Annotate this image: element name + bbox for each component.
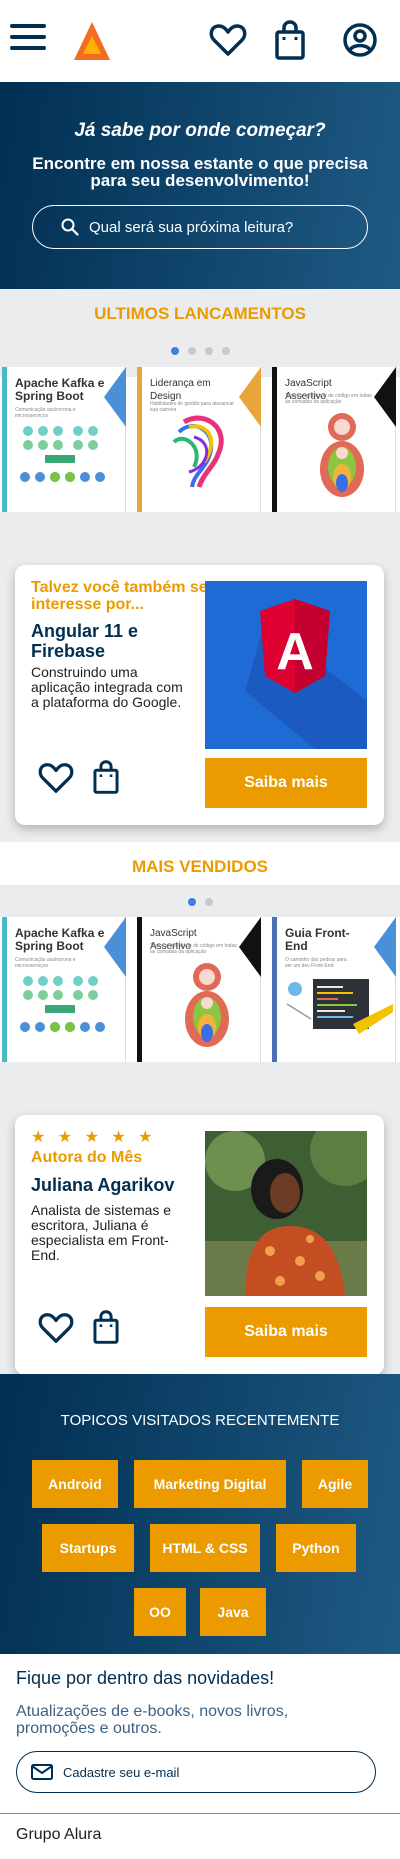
carousel-dot[interactable]: [170, 347, 179, 355]
latest-books-carousel: Apache Kafka e Spring Boot Comunicação a…: [0, 367, 400, 512]
bestsellers-books-carousel: Apache Kafka e Spring Boot Comunicação a…: [0, 917, 400, 1062]
topic-tag-startups[interactable]: Startups: [42, 1524, 134, 1572]
search-input[interactable]: [89, 218, 339, 236]
book-subtitle: Comunicação assíncrona e microsserviços: [15, 407, 76, 419]
angular-logo-icon: A: [245, 599, 367, 749]
bestsellers-carousel-dots: [0, 898, 400, 906]
recent-topics-section: TOPICOS VISITADOS RECENTEMENTE Android M…: [0, 1374, 400, 1654]
book-corner-decoration: [104, 367, 126, 427]
banner-title: Já sabe por onde começar?: [74, 120, 326, 141]
author-portrait-illustration: [205, 1131, 367, 1296]
hamburger-menu-icon[interactable]: [10, 24, 46, 54]
shopping-bag-icon[interactable]: [270, 18, 310, 62]
book-corner-decoration: [239, 917, 261, 977]
book-diagram-illustration: [20, 976, 105, 1032]
carousel-dot[interactable]: [187, 347, 196, 355]
footer-divider: [0, 1813, 400, 1814]
newsletter-email-box[interactable]: [16, 1751, 376, 1793]
latest-carousel-dots: [0, 347, 400, 355]
recommend-card: Talvez você também se interesse por... A…: [15, 565, 384, 825]
author-photo[interactable]: [205, 1131, 367, 1296]
topic-tag-java[interactable]: Java: [200, 1588, 266, 1636]
author-kicker: Autora do Mês: [31, 1149, 143, 1166]
book-diagram-illustration: [20, 426, 105, 482]
latest-section-title: ULTIMOS LANCAMENTOS: [0, 289, 400, 339]
recommend-learn-more-button[interactable]: Saiba mais: [205, 758, 367, 808]
book-colorful-head-illustration: [172, 415, 224, 488]
book-code-editor-illustration: [286, 979, 393, 1034]
banner-subtitle: Encontre em nossa estante o que precisa …: [32, 154, 368, 190]
book-subtitle: Testes e qualidade de código em todas as…: [150, 943, 237, 955]
user-circle-icon[interactable]: [340, 18, 380, 62]
author-name: Juliana Agarikov: [31, 1175, 175, 1195]
recommend-book-title: Angular 11 e Firebase: [31, 621, 139, 661]
book-cover[interactable]: Liderança em Design Habilidades de gestã…: [137, 367, 261, 512]
heart-icon[interactable]: [37, 1311, 75, 1345]
book-subtitle: Testes e qualidade de código em todas as…: [285, 393, 372, 405]
newsletter-email-input[interactable]: [63, 1764, 343, 1780]
shopping-bag-icon[interactable]: [89, 757, 123, 797]
recommend-description: Construindo uma aplicação integrada com …: [31, 664, 183, 710]
newsletter-title: Fique por dentro das novidades!: [16, 1668, 275, 1688]
book-title: Liderança em Design: [150, 378, 211, 402]
topic-tag-python[interactable]: Python: [276, 1524, 356, 1572]
carousel-dot[interactable]: [221, 347, 230, 355]
book-corner-decoration: [104, 917, 126, 977]
heart-icon[interactable]: [37, 761, 75, 795]
author-card: ★ ★ ★ ★ ★ Autora do Mês Juliana Agarikov…: [15, 1115, 384, 1375]
topic-tag-html-css[interactable]: HTML & CSS: [150, 1524, 260, 1572]
book-subtitle: O caminho das pedras para ser um dev Fro…: [285, 957, 347, 969]
carousel-dot[interactable]: [204, 347, 213, 355]
header: [0, 0, 400, 82]
book-matryoshka-illustration: [185, 963, 229, 1047]
author-description: Analista de sistemas e escritora, Julian…: [31, 1202, 172, 1263]
book-title: Apache Kafka e Spring Boot: [15, 376, 105, 403]
book-cover[interactable]: JavaScript Assertivo Testes e qualidade …: [272, 367, 396, 512]
book-corner-decoration: [239, 367, 261, 427]
book-matryoshka-illustration: [320, 413, 364, 497]
topics-title: TOPICOS VISITADOS RECENTEMENTE: [60, 1412, 340, 1429]
book-cover[interactable]: Apache Kafka e Spring Boot Comunicação a…: [2, 367, 126, 512]
book-title: Guia Front-End: [285, 926, 350, 953]
book-title: Apache Kafka e Spring Boot: [15, 926, 105, 953]
search-box[interactable]: [32, 205, 368, 249]
shopping-bag-icon[interactable]: [89, 1307, 123, 1347]
angular-book-image[interactable]: A: [205, 581, 367, 749]
book-cover[interactable]: Apache Kafka e Spring Boot Comunicação a…: [2, 917, 126, 1062]
footer-text: Grupo Alura: [16, 1826, 102, 1843]
author-learn-more-button[interactable]: Saiba mais: [205, 1307, 367, 1357]
mail-icon: [31, 1764, 53, 1780]
book-cover[interactable]: JavaScript Assertivo Testes e qualidade …: [137, 917, 261, 1062]
book-corner-decoration: [374, 367, 396, 427]
hero-banner: Já sabe por onde começar? Encontre em no…: [0, 82, 400, 289]
topic-tag-agile[interactable]: Agile: [302, 1460, 368, 1508]
rating-stars: ★ ★ ★ ★ ★: [31, 1129, 157, 1146]
search-icon: [61, 218, 79, 236]
book-subtitle: Comunicação assíncrona e microsserviços: [15, 957, 76, 969]
topic-tag-android[interactable]: Android: [32, 1460, 118, 1508]
carousel-dot[interactable]: [187, 898, 196, 906]
topic-tag-marketing-digital[interactable]: Marketing Digital: [134, 1460, 286, 1508]
topic-tag-oo[interactable]: OO: [134, 1588, 186, 1636]
heart-icon[interactable]: [208, 18, 248, 62]
angular-letter: A: [276, 623, 314, 681]
carousel-dot[interactable]: [204, 898, 213, 906]
recommend-kicker: Talvez você também se interesse por...: [31, 579, 208, 613]
book-corner-decoration: [374, 917, 396, 977]
book-cover[interactable]: Guia Front-End O caminho das pedras para…: [272, 917, 396, 1062]
alura-logo-icon[interactable]: [72, 20, 112, 62]
newsletter-text: Atualizações de e-books, novos livros, p…: [16, 1703, 289, 1737]
